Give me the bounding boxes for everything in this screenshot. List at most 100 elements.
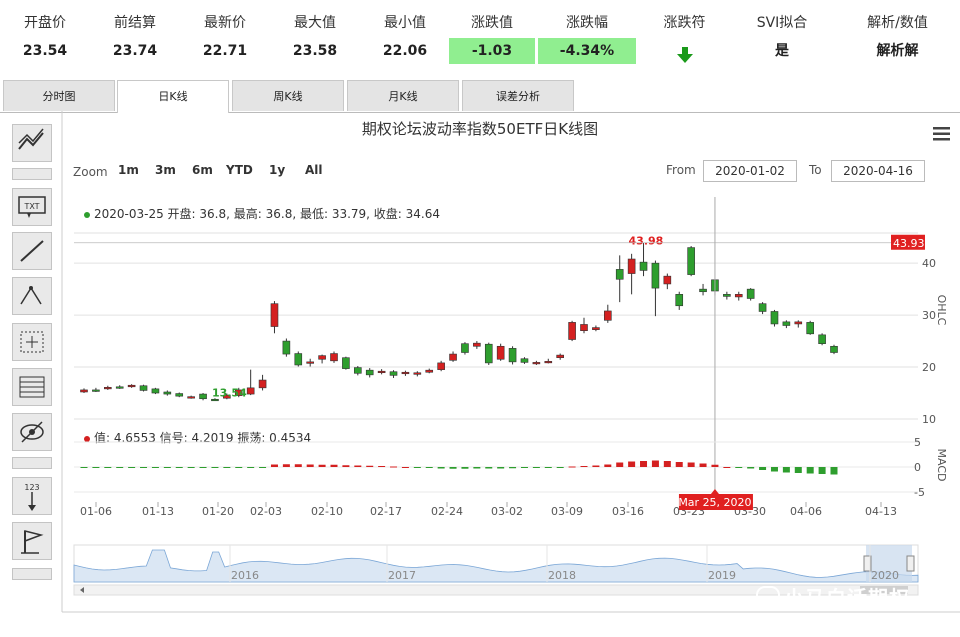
candle-body — [770, 311, 779, 325]
macd-bar — [354, 465, 362, 467]
candle-body — [318, 355, 326, 360]
candle-body — [794, 321, 803, 325]
candle-body — [342, 357, 350, 369]
macd-bar — [640, 461, 648, 467]
navigator-year-label: 2018 — [548, 569, 576, 582]
y-axis-label: OHLC — [935, 295, 948, 326]
macd-bar — [378, 466, 386, 467]
y-tick-label: 20 — [922, 361, 936, 374]
macd-bar — [532, 467, 540, 468]
candle-body — [651, 262, 660, 289]
macd-axis-label: MACD — [935, 449, 948, 482]
candle-body — [639, 261, 648, 271]
macd-bar — [140, 467, 148, 468]
candle-body — [115, 386, 124, 389]
candle-body — [306, 361, 314, 364]
watermark-text: 小马白话期权 — [784, 586, 910, 610]
min-price-label: 13.54 — [212, 387, 247, 400]
x-tick-label: 01-13 — [142, 505, 174, 518]
macd-bar — [366, 465, 374, 467]
macd-bar — [735, 467, 743, 468]
price-grid — [74, 232, 918, 420]
candle-body — [187, 396, 195, 399]
navigator-year-label: 2017 — [388, 569, 416, 582]
candle-body — [437, 362, 445, 370]
macd-bar — [818, 467, 826, 474]
macd-bar — [580, 466, 588, 467]
macd-bar — [282, 464, 290, 467]
candle-body — [365, 369, 374, 376]
macd-bar — [294, 464, 302, 467]
candle-body — [604, 310, 612, 321]
candle-body — [508, 348, 517, 363]
macd-bar — [663, 461, 671, 467]
crosshair-date-label: Mar 25, 2020 — [678, 496, 751, 509]
macd-bar — [473, 467, 481, 469]
macd-bar — [449, 467, 457, 469]
macd-bar — [711, 464, 719, 467]
macd-bar — [770, 467, 778, 472]
candle-body — [473, 342, 481, 347]
macd-bar — [782, 467, 790, 473]
x-tick-label: 04-06 — [790, 505, 822, 518]
x-tick-label: 02-24 — [431, 505, 463, 518]
candle-body — [282, 340, 291, 355]
macd-bar — [604, 464, 612, 467]
macd-bar — [794, 467, 802, 473]
macd-bar — [175, 467, 183, 468]
macd-bar — [806, 467, 814, 474]
macd-tick-label: 5 — [914, 436, 921, 449]
candle-body — [258, 379, 267, 389]
macd-bar — [497, 467, 505, 469]
macd-bar — [628, 461, 636, 467]
candle-body — [568, 322, 576, 340]
candle-body — [615, 269, 624, 280]
navigator-year-label: 2019 — [708, 569, 736, 582]
macd-bar — [413, 467, 421, 468]
candle-body — [675, 294, 684, 307]
max-price-label: 43.98 — [629, 234, 664, 247]
macd-bar — [80, 467, 88, 468]
macd-bar — [675, 462, 683, 467]
macd-bar — [699, 463, 707, 467]
macd-histogram — [74, 441, 918, 493]
macd-bar — [687, 462, 695, 467]
macd-bar — [509, 467, 517, 469]
candle-body — [80, 389, 88, 393]
kline-chart[interactable]: 10 20 30 40 OHLC 43.98 13.54 43.93 5 0 -5 MACD 01-06… — [0, 0, 960, 637]
candle-body — [270, 303, 279, 327]
macd-bar — [651, 460, 659, 467]
candle-body — [758, 303, 767, 312]
x-tick-label: 02-03 — [250, 505, 282, 518]
macd-bar — [104, 467, 112, 468]
x-tick-label: 03-09 — [551, 505, 583, 518]
x-tick-label: 03-16 — [612, 505, 644, 518]
macd-bar — [92, 467, 100, 468]
candle-body — [699, 288, 707, 293]
candle-body — [389, 371, 398, 376]
macd-bar — [128, 467, 136, 468]
macd-bar — [723, 467, 731, 468]
x-tick-label: 01-20 — [202, 505, 234, 518]
macd-bar — [223, 467, 231, 468]
candle-body — [746, 288, 755, 299]
candle-body — [544, 361, 553, 364]
candle-body — [413, 372, 422, 375]
candle-body — [401, 371, 410, 375]
candle-body — [592, 327, 600, 330]
macd-tick-label: 0 — [914, 461, 921, 474]
macd-bar — [461, 467, 469, 469]
macd-bar — [187, 467, 195, 468]
macd-bar — [616, 462, 624, 467]
candle-body — [449, 353, 457, 361]
macd-bar — [318, 464, 326, 467]
candle-body — [556, 354, 564, 359]
candle-body — [687, 247, 695, 275]
x-tick-label: 02-10 — [311, 505, 343, 518]
candle-body — [139, 385, 148, 391]
macd-bar — [425, 467, 433, 468]
candle-body — [663, 275, 672, 285]
candle-body — [246, 387, 255, 395]
candle-body — [723, 294, 731, 297]
candle-body — [92, 389, 100, 392]
